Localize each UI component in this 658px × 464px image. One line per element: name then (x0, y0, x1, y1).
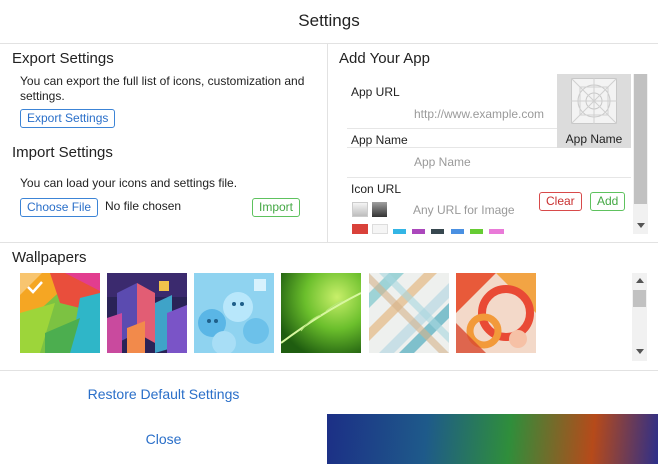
file-status: No file chosen (105, 199, 182, 213)
app-icon-preview: App Name (557, 74, 631, 148)
color-swatch-white[interactable] (372, 224, 388, 234)
color-swatch-green[interactable] (470, 229, 483, 234)
app-name-underline (347, 177, 631, 178)
desktop-wallpaper-visible (327, 414, 658, 464)
import-heading: Import Settings (12, 144, 113, 161)
scroll-up-arrow-icon[interactable] (636, 278, 644, 283)
section-divider (0, 242, 658, 243)
footer-divider (0, 370, 658, 371)
app-name-input[interactable]: App Name (414, 155, 471, 169)
wallpaper-thumb-1[interactable] (20, 273, 100, 353)
app-url-underline (347, 128, 557, 129)
wallpapers-heading: Wallpapers (12, 249, 87, 266)
dialog-footer-extension: Close (0, 414, 327, 464)
wallpaper-colorful-image (20, 273, 100, 353)
scroll-down-arrow-icon[interactable] (636, 349, 644, 354)
import-description: You can load your icons and settings fil… (20, 176, 238, 190)
add-app-scroll-thumb[interactable] (634, 74, 647, 204)
color-swatch-pink[interactable] (489, 229, 504, 234)
wallpaper-characters-image (194, 273, 274, 355)
gradient-dark-swatch[interactable] (372, 202, 387, 217)
wallpaper-thumb-3[interactable] (194, 273, 274, 355)
wallpapers-scrollbar[interactable] (632, 273, 647, 361)
preview-app-name: App Name (565, 132, 623, 146)
scroll-down-arrow-icon[interactable] (637, 223, 645, 228)
icon-url-label: Icon URL (351, 182, 402, 196)
wallpaper-thumb-6[interactable] (456, 273, 536, 353)
wallpaper-thumb-2[interactable] (107, 273, 187, 353)
app-url-input[interactable]: http://www.example.com (414, 107, 544, 121)
wallpaper-leaf-image (280, 273, 362, 353)
export-heading: Export Settings (12, 50, 114, 67)
wallpapers-scroll-thumb[interactable] (633, 290, 646, 307)
wallpaper-thumb-4[interactable] (280, 273, 362, 353)
wallpaper-circles-image (456, 273, 536, 353)
wallpaper-geometric-image (107, 273, 187, 353)
add-app-scrollbar[interactable] (633, 74, 648, 234)
add-app-button[interactable]: Add (590, 192, 626, 211)
color-swatch-red[interactable] (352, 224, 368, 234)
settings-dialog: Settings Export Settings You can export … (0, 0, 658, 414)
placeholder-grid-icon (571, 78, 617, 124)
clear-button[interactable]: Clear (539, 192, 582, 211)
color-swatch-cyan[interactable] (393, 229, 406, 234)
app-name-label: App Name (351, 133, 408, 147)
gradient-light-swatch[interactable] (352, 202, 368, 217)
app-url-label: App URL (351, 85, 400, 99)
color-swatch-purple[interactable] (412, 229, 425, 234)
close-link[interactable]: Close (0, 431, 327, 447)
column-divider (327, 44, 328, 242)
dialog-title: Settings (0, 0, 658, 44)
export-description: You can export the full list of icons, c… (20, 74, 305, 103)
choose-file-button[interactable]: Choose File (20, 198, 99, 217)
color-swatch-blue[interactable] (451, 229, 464, 234)
icon-url-input[interactable]: Any URL for Image (413, 203, 515, 217)
wallpaper-diagonals-image (369, 273, 449, 353)
color-swatch-dark[interactable] (431, 229, 444, 234)
restore-defaults-link[interactable]: Restore Default Settings (0, 386, 327, 402)
add-app-heading: Add Your App (339, 50, 430, 67)
import-button[interactable]: Import (252, 198, 301, 217)
wallpaper-thumb-5[interactable] (369, 273, 449, 353)
export-settings-button[interactable]: Export Settings (20, 109, 116, 128)
